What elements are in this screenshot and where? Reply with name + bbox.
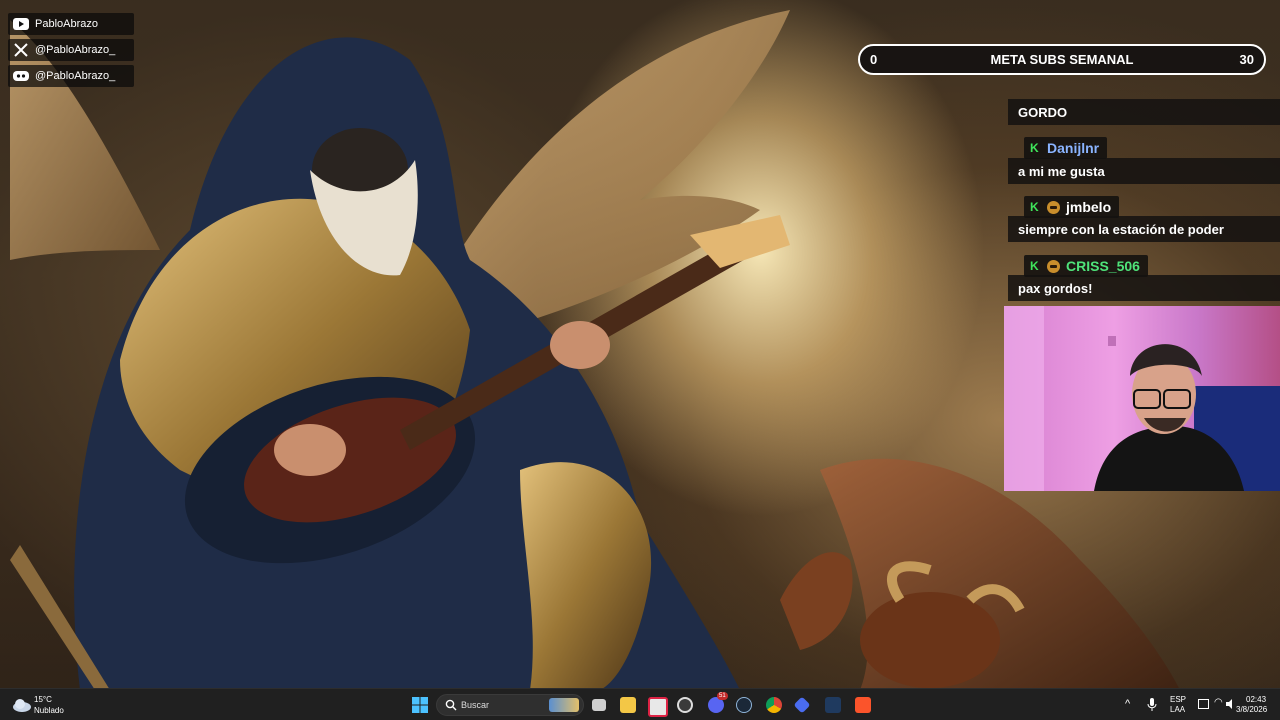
brave-icon[interactable] [855,697,871,713]
network-icon[interactable] [1198,699,1209,709]
weather-desc[interactable]: Nublado [34,706,64,715]
microphone-icon[interactable] [1147,698,1157,714]
chat-message: pax gordos! [1008,275,1280,301]
wifi-icon[interactable]: ◠ [1214,697,1223,708]
subs-goal-bar: 0 META SUBS SEMANAL 30 [858,44,1266,75]
search-highlight-image [549,698,579,712]
discord-icon [11,66,31,86]
weather-cloud-icon[interactable] [12,698,32,714]
obs-icon[interactable] [677,697,693,713]
steam-icon[interactable] [736,697,752,713]
sub-badge-icon [1047,200,1060,214]
search-placeholder: Buscar [461,700,490,710]
goal-title: META SUBS SEMANAL [990,52,1134,67]
chat-message-text: GORDO [1018,104,1068,120]
social-youtube-label: PabloAbrazo [35,18,98,30]
kick-badge-icon: K [1030,141,1039,155]
discord-notification-badge: 51 [717,692,728,700]
x-twitter-icon [11,40,31,60]
file-explorer-icon[interactable] [620,697,636,713]
chat-username-text: jmbelo [1066,199,1112,215]
chat-message: a mi me gusta [1008,158,1280,184]
stream-background: PabloAbrazo @PabloAbrazo_ @PabloAbrazo_ … [0,0,1280,688]
goal-start: 0 [870,52,878,67]
clock-time[interactable]: 02:43 [1246,695,1266,705]
language-code[interactable]: ESP [1170,695,1186,705]
kick-badge-icon: K [1030,200,1039,214]
social-discord-label: @PabloAbrazo_ [35,70,116,82]
chat-message-text: pax gordos! [1018,280,1093,296]
chat-username: K CRISS_506 [1024,255,1148,277]
windows-taskbar: 15°C Nublado Buscar 51 ^ ESP LAA ◠ 02:43… [0,688,1280,720]
snipping-tool-icon[interactable] [648,697,668,717]
sub-badge-icon [1047,259,1060,273]
audio-app-icon[interactable] [825,697,841,713]
chat-username: K jmbelo [1024,196,1120,218]
social-x: @PabloAbrazo_ [8,39,134,61]
youtube-icon [11,14,31,34]
volume-icon[interactable] [1226,698,1236,712]
search-icon [445,699,457,713]
chat-username: K Danijlnr [1024,137,1108,159]
taskbar-search-box[interactable]: Buscar [436,694,584,716]
webcam-feed [1004,306,1280,491]
chrome-icon[interactable] [766,697,782,713]
task-view-icon[interactable] [592,699,606,711]
kick-badge-icon: K [1030,259,1039,273]
chat-username-text: Danijlnr [1047,140,1100,156]
chat-message: siempre con la estación de poder [1008,216,1280,242]
chevron-up-icon[interactable]: ^ [1125,698,1130,710]
chat-message-text: siempre con la estación de poder [1018,221,1224,237]
social-discord: @PabloAbrazo_ [8,65,134,87]
chat-message-partial: GORDO [1008,99,1280,125]
goal-target: 30 [1239,52,1254,67]
social-x-label: @PabloAbrazo_ [35,44,116,56]
chat-username-text: CRISS_506 [1066,258,1140,274]
clock-date[interactable]: 3/8/2026 [1236,705,1267,715]
vpn-app-icon[interactable] [793,696,811,714]
chat-message-text: a mi me gusta [1018,163,1105,179]
keyboard-layout[interactable]: LAA [1170,705,1185,715]
weather-temp[interactable]: 15°C [34,695,52,704]
social-youtube: PabloAbrazo [8,13,134,35]
start-windows-icon[interactable] [412,697,428,715]
streamer-camera-image [1004,306,1280,491]
